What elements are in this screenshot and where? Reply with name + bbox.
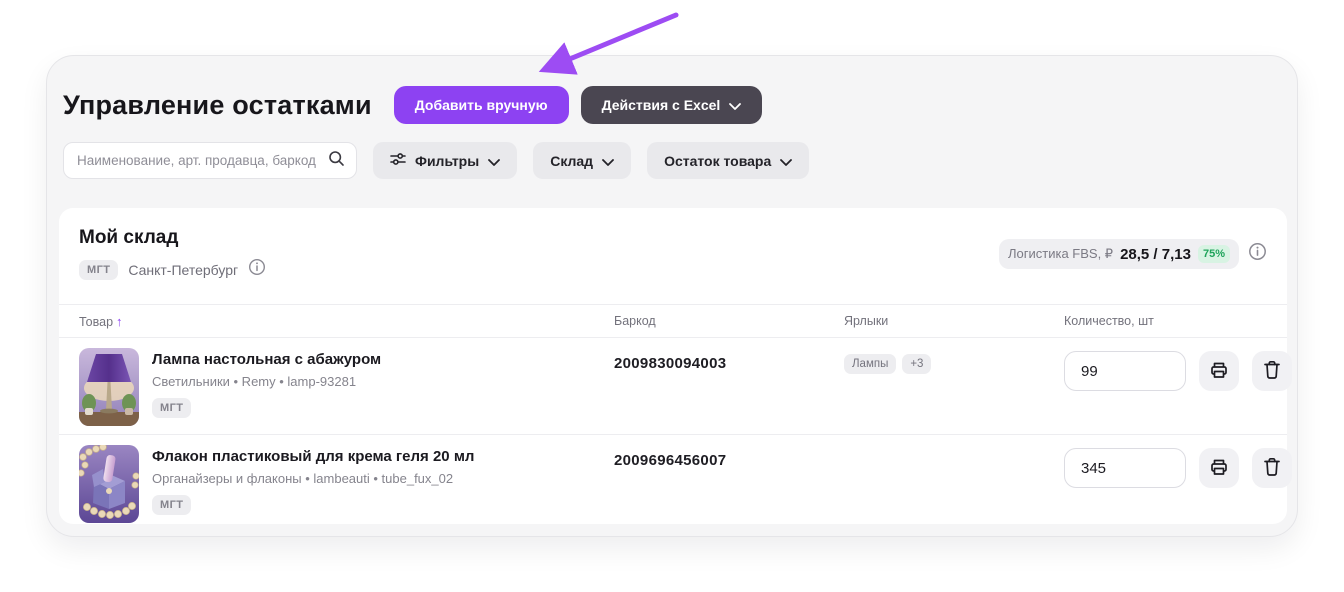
add-manual-button-label: Добавить вручную bbox=[414, 97, 548, 113]
card-header: Управление остатками Добавить вручную Де… bbox=[63, 86, 763, 124]
table-row: Флакон пластиковый для крема геля 20 мл … bbox=[59, 434, 1292, 531]
product-tag: МГТ bbox=[152, 495, 192, 515]
warehouse-tag: МГТ bbox=[79, 259, 119, 280]
chevron-down-icon bbox=[602, 153, 614, 169]
warehouse-card: Мой склад МГТ Санкт-Петербург Логистика … bbox=[59, 208, 1292, 524]
product-tag: МГТ bbox=[152, 398, 192, 418]
product-subtitle: Светильники • Remy • lamp-93281 bbox=[152, 374, 357, 389]
logistics-label: Логистика FBS, ₽ bbox=[1007, 246, 1114, 261]
column-header-product-label: Товар bbox=[79, 314, 114, 329]
warehouse-title: Мой склад bbox=[79, 227, 179, 248]
print-button[interactable] bbox=[1199, 351, 1239, 391]
printer-icon bbox=[1209, 457, 1229, 480]
stock-chip-label: Остаток товара bbox=[664, 152, 772, 169]
excel-actions-button-label: Действия с Excel bbox=[601, 97, 721, 113]
column-header-product[interactable]: Товар ↑ bbox=[59, 314, 614, 329]
quantity-input[interactable] bbox=[1064, 351, 1186, 391]
chevron-down-icon bbox=[780, 153, 793, 169]
info-icon[interactable] bbox=[1248, 242, 1267, 266]
product-title[interactable]: Лампа настольная с абажуром bbox=[152, 351, 381, 368]
add-manual-button[interactable]: Добавить вручную bbox=[393, 86, 569, 124]
table-header-row: Товар ↑ Баркод Ярлыки Количество, шт bbox=[59, 304, 1287, 338]
search-box[interactable] bbox=[63, 142, 357, 179]
delete-button[interactable] bbox=[1252, 448, 1292, 488]
logistics-value: 28,5 / 7,13 bbox=[1120, 245, 1191, 263]
delete-button[interactable] bbox=[1252, 351, 1292, 391]
stock-chip[interactable]: Остаток товара bbox=[647, 142, 810, 179]
warehouse-chip[interactable]: Склад bbox=[533, 142, 632, 179]
product-image bbox=[79, 445, 139, 523]
chevron-down-icon bbox=[729, 97, 742, 113]
product-subtitle: Органайзеры и флаконы • lambeauti • tube… bbox=[152, 471, 454, 486]
warehouse-chip-label: Склад bbox=[550, 152, 594, 169]
table-row: Лампа настольная с абажуром Светильники … bbox=[59, 338, 1292, 434]
column-header-labels: Ярлыки bbox=[844, 314, 889, 328]
filter-row: Фильтры Склад Остаток товара bbox=[63, 142, 810, 179]
page-title: Управление остатками bbox=[63, 89, 372, 120]
trash-icon bbox=[1263, 457, 1281, 480]
product-labels bbox=[844, 445, 1064, 451]
logistics-percent-badge: 75% bbox=[1197, 245, 1230, 263]
product-barcode: 2009696456007 bbox=[614, 452, 727, 469]
print-button[interactable] bbox=[1199, 448, 1239, 488]
product-title[interactable]: Флакон пластиковый для крема геля 20 мл bbox=[152, 448, 474, 465]
filters-chip-label: Фильтры bbox=[415, 152, 480, 169]
filters-chip[interactable]: Фильтры bbox=[373, 142, 518, 179]
logistics-info: Логистика FBS, ₽ 28,5 / 7,13 75% bbox=[998, 239, 1267, 269]
chevron-down-icon bbox=[488, 153, 501, 169]
product-barcode: 2009830094003 bbox=[614, 355, 727, 372]
product-labels: Лампы +3 bbox=[844, 348, 1064, 374]
column-header-barcode: Баркод bbox=[614, 314, 656, 328]
logistics-pill: Логистика FBS, ₽ 28,5 / 7,13 75% bbox=[998, 239, 1239, 269]
label-pill[interactable]: Лампы bbox=[844, 354, 897, 374]
stock-management-card: Управление остатками Добавить вручную Де… bbox=[46, 55, 1298, 537]
trash-icon bbox=[1263, 360, 1281, 383]
label-more-pill[interactable]: +3 bbox=[902, 354, 932, 374]
column-header-quantity: Количество, шт bbox=[1064, 314, 1154, 328]
sliders-icon bbox=[390, 152, 406, 169]
info-icon[interactable] bbox=[248, 258, 266, 281]
printer-icon bbox=[1209, 360, 1229, 383]
warehouse-city: Санкт-Петербург bbox=[128, 261, 239, 278]
excel-actions-button[interactable]: Действия с Excel bbox=[580, 86, 763, 124]
warehouse-header: Мой склад МГТ Санкт-Петербург Логистика … bbox=[59, 208, 1287, 304]
quantity-input[interactable] bbox=[1064, 448, 1186, 488]
search-icon bbox=[328, 150, 345, 172]
search-input[interactable] bbox=[77, 153, 328, 168]
product-image bbox=[79, 348, 139, 426]
sort-up-icon[interactable]: ↑ bbox=[116, 314, 123, 329]
